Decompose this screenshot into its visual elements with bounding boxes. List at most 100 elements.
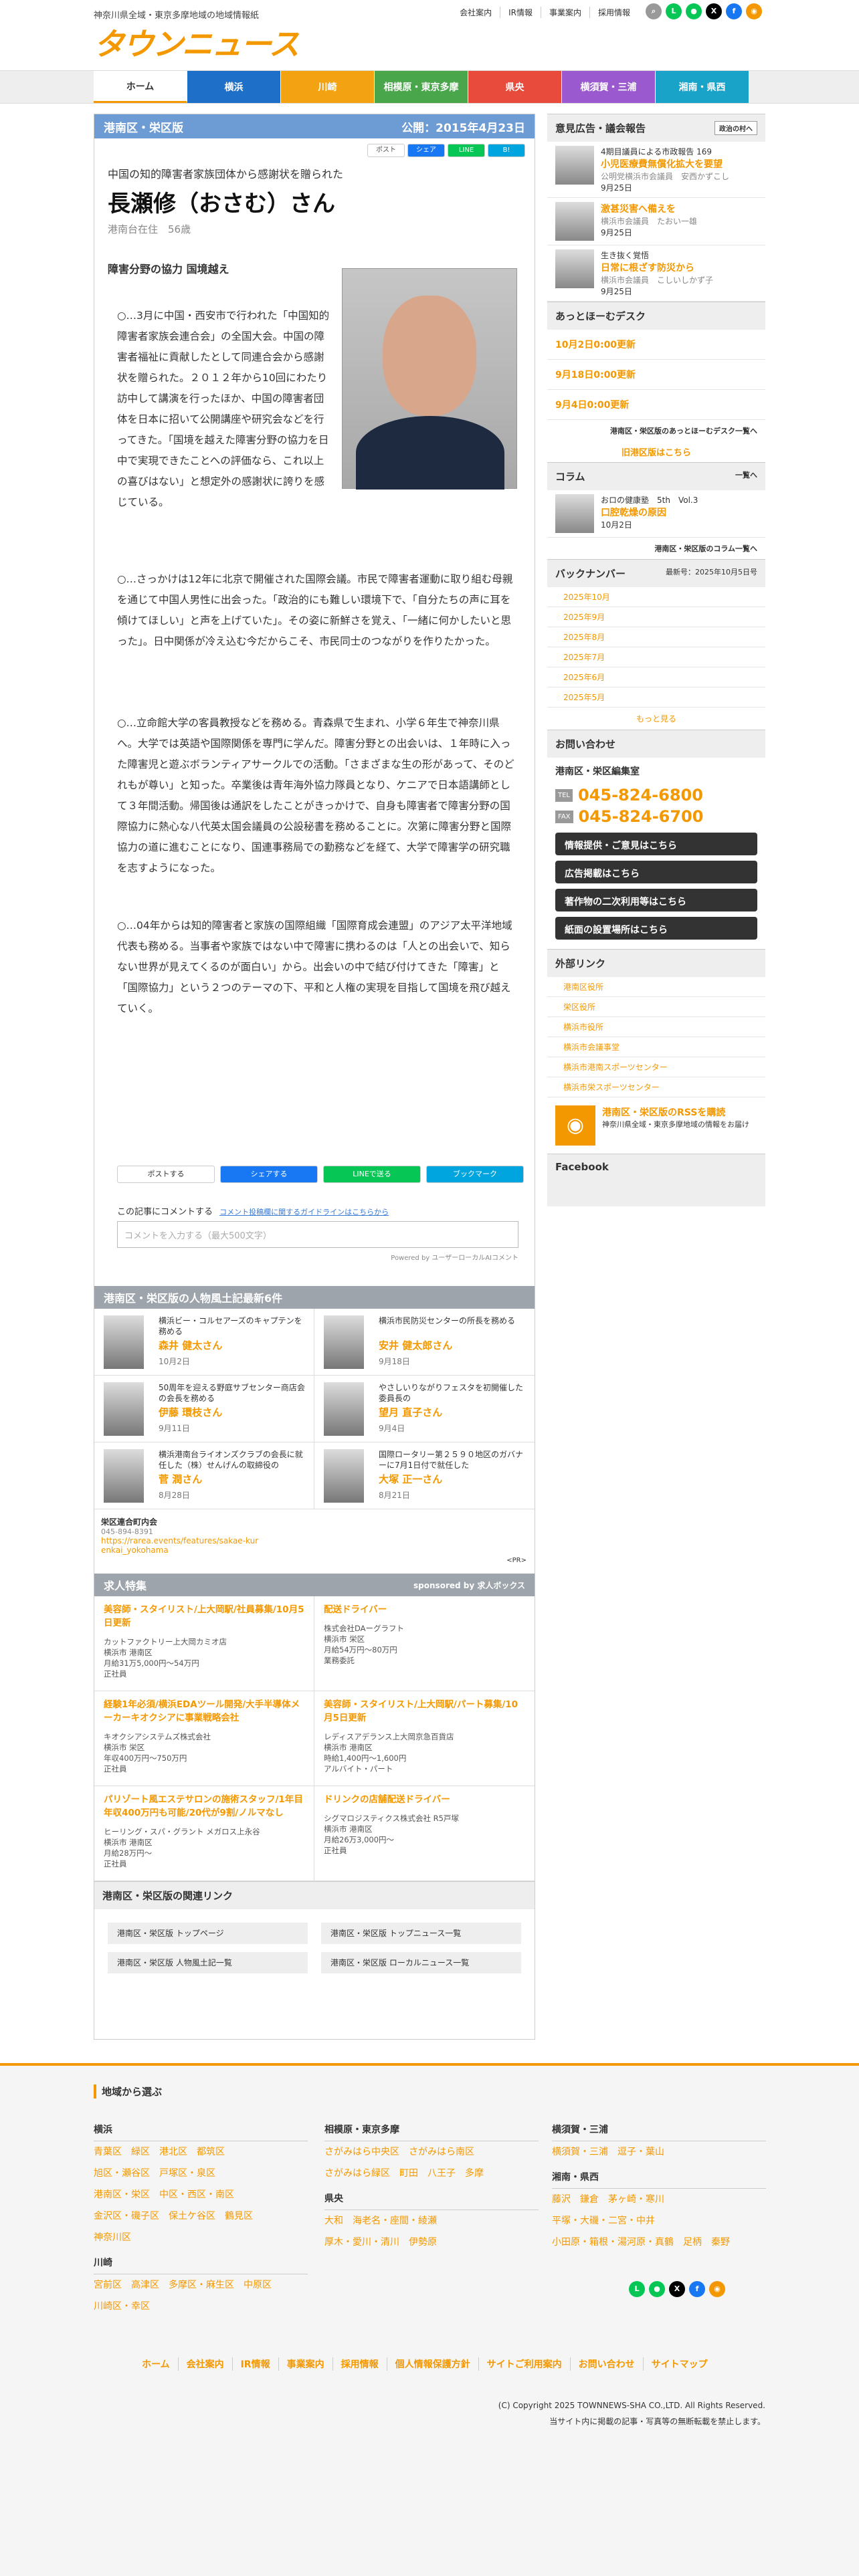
- site-logo[interactable]: タウンニュース: [94, 20, 300, 64]
- facebook-icon[interactable]: f: [726, 3, 742, 19]
- person-card[interactable]: やさしいりながりフェスタを初開催した委員長の 望月 直子さん 9月4日: [314, 1376, 535, 1442]
- ad-title[interactable]: 激甚災害へ備えを: [601, 202, 697, 215]
- footer-region-link[interactable]: さがみはら南区: [409, 2141, 474, 2163]
- footer-region-link[interactable]: 高津区: [131, 2274, 159, 2296]
- nav-tab[interactable]: 川崎: [281, 71, 375, 103]
- pr-url[interactable]: https://rarea.events/features/sakae-kure…: [101, 1536, 262, 1555]
- contact-button[interactable]: 著作物の二次利用等はこちら: [555, 889, 757, 911]
- backnumber-item[interactable]: 2025年6月: [547, 667, 765, 687]
- footer-region-link[interactable]: 多摩: [465, 2163, 484, 2184]
- footer-region-link[interactable]: 保土ケ谷区: [169, 2206, 215, 2227]
- footer-region-link[interactable]: 旭区・瀬谷区: [94, 2163, 150, 2184]
- footer-region-link[interactable]: 海老名・座間・綾瀬: [353, 2210, 437, 2232]
- footer-bottom-link[interactable]: お問い合わせ: [569, 2357, 643, 2371]
- rss-icon[interactable]: ◉: [746, 3, 762, 19]
- job-card[interactable]: パリゾート風エステサロンの施術スタッフ/1年目年収400万円も可能/20代が9割…: [94, 1786, 314, 1881]
- footer-region-link[interactable]: 戸塚区・泉区: [159, 2163, 215, 2184]
- footer-bottom-link[interactable]: ホーム: [134, 2357, 178, 2371]
- ad-item[interactable]: 激甚災害へ備えを 横浜市会議員 たおい一雄 9月25日: [547, 198, 765, 245]
- ad-item[interactable]: 4期目議員による市政報告 169 小児医療費無償化拡大を要望 公明党横浜市会議員 安…: [547, 142, 765, 198]
- related-link[interactable]: 港南区・栄区版 トップニュース一覧: [321, 1923, 521, 1944]
- tel-number[interactable]: 045-824-6800: [578, 786, 703, 804]
- footer-bottom-link[interactable]: サイトマップ: [642, 2357, 716, 2371]
- ads-more-link[interactable]: 政治の村へ: [714, 121, 757, 135]
- footer-region-link[interactable]: 青葉区: [94, 2141, 122, 2163]
- rss-block[interactable]: ◉ 港南区・栄区版のRSSを購読 神奈川県全域・東京多摩地域の情報をお届け: [547, 1097, 765, 1154]
- ad-item[interactable]: 生き抜く覚悟 日常に根ざす防災から 横浜市会議員 こしいしかず子 9月25日: [547, 245, 765, 302]
- footer-bottom-link[interactable]: サイトご利用案内: [478, 2357, 570, 2371]
- job-title[interactable]: 美容師・スタイリスト/上大岡駅/社員募集/10月5日更新: [104, 1603, 304, 1630]
- related-link[interactable]: 港南区・栄区版 ローカルニュース一覧: [321, 1952, 521, 1973]
- share-line-button[interactable]: LINEで送る: [323, 1166, 421, 1183]
- share-x-button[interactable]: ポストする: [117, 1166, 215, 1183]
- chat-icon[interactable]: ●: [649, 2281, 665, 2297]
- search-icon[interactable]: ⌕: [646, 3, 662, 19]
- footer-region-link[interactable]: 神奈川区: [94, 2227, 131, 2248]
- footer-region-link[interactable]: 伊勢原: [409, 2232, 437, 2253]
- footer-region-link[interactable]: 小田原・箱根・湯河原・真鶴: [552, 2232, 674, 2253]
- nav-tab[interactable]: 横浜: [187, 71, 281, 103]
- backnumber-item[interactable]: 2025年9月: [547, 607, 765, 627]
- footer-region-link[interactable]: 平塚・大磯・二宮・中井: [552, 2210, 655, 2232]
- column-item[interactable]: おロの健康塾 5th Vol.3 口腔乾燥の原因 10月2日: [547, 490, 765, 538]
- footer-region-link[interactable]: 横須賀・三浦: [552, 2141, 608, 2163]
- x-icon[interactable]: X: [669, 2281, 685, 2297]
- job-card[interactable]: 美容師・スタイリスト/上大岡駅/社員募集/10月5日更新 カットファクトリー上大岡…: [94, 1596, 314, 1691]
- footer-region-link[interactable]: 町田: [399, 2163, 418, 2184]
- person-name[interactable]: 森井 健太さん: [159, 1338, 222, 1352]
- footer-region-link[interactable]: 八王子: [427, 2163, 456, 2184]
- desk-more-link[interactable]: 港南区・栄区版のあっとほーむデスク一覧へ: [547, 420, 765, 441]
- footer-bottom-link[interactable]: 個人情報保護方針: [386, 2357, 478, 2371]
- nav-tab[interactable]: 横須賀・三浦: [562, 71, 656, 103]
- backnumber-item[interactable]: 2025年7月: [547, 647, 765, 667]
- footer-region-link[interactable]: 秦野: [711, 2232, 730, 2253]
- column-list-link[interactable]: 港南区・栄区版のコラム一覧へ: [547, 538, 765, 559]
- person-name[interactable]: 望月 直子さん: [379, 1405, 442, 1419]
- share-hatena-button[interactable]: ブックマーク: [426, 1166, 524, 1183]
- nav-tab[interactable]: 湘南・県西: [656, 71, 749, 103]
- footer-region-link[interactable]: 鶴見区: [225, 2206, 253, 2227]
- nav-tab[interactable]: ホーム: [94, 71, 187, 103]
- header-link[interactable]: 会社案内: [452, 7, 500, 18]
- footer-region-link[interactable]: さがみはら中央区: [324, 2141, 399, 2163]
- desk-item[interactable]: 9月4日0:00更新: [547, 390, 765, 420]
- job-title[interactable]: ドリンクの店舗配送ドライバー: [324, 1793, 525, 1806]
- nav-tab[interactable]: 県央: [468, 71, 562, 103]
- column-more-link[interactable]: 一覧へ: [735, 469, 757, 484]
- ext-link[interactable]: 横浜市役所: [547, 1017, 765, 1037]
- x-icon[interactable]: X: [706, 3, 722, 19]
- person-name[interactable]: 伊藤 環枝さん: [159, 1405, 222, 1419]
- person-name[interactable]: 安井 健太郎さん: [379, 1338, 452, 1352]
- person-card[interactable]: 横浜ビー・コルセアーズのキャプテンを務める 森井 健太さん 10月2日: [94, 1309, 314, 1376]
- facebook-widget[interactable]: [547, 1180, 765, 1206]
- job-card[interactable]: 美容師・スタイリスト/上大岡駅/パート募集/10月5日更新 レディスアデランス上大…: [314, 1691, 535, 1786]
- footer-region-link[interactable]: 緑区: [131, 2141, 150, 2163]
- comment-guide-link[interactable]: コメント投稿欄に関するガイドラインはこちらから: [219, 1208, 389, 1216]
- footer-region-link[interactable]: 茅ヶ崎・寒川: [608, 2189, 664, 2210]
- ext-link[interactable]: 横浜市栄スポーツセンター: [547, 1077, 765, 1097]
- backnumber-item[interactable]: 2025年5月: [547, 687, 765, 708]
- job-title[interactable]: 経験1年必須/横浜EDAツール開発/大手半導体メーカーキオクシアに事業戦略会社: [104, 1698, 304, 1725]
- job-card[interactable]: 配送ドライバー 株式会社DAーグラフト 横浜市 栄区 月給54万円〜80万円 業務委託: [314, 1596, 535, 1691]
- footer-region-link[interactable]: 港南区・栄区: [94, 2184, 150, 2206]
- person-card[interactable]: 国際ロータリー第２５９０地区のガバナーに7月1日付で就任した 大塚 正一さん 8月2…: [314, 1442, 535, 1509]
- comment-input[interactable]: コメントを入力する（最大500文字）: [117, 1221, 518, 1248]
- contact-button[interactable]: 広告掲載はこちら: [555, 861, 757, 883]
- person-card[interactable]: 50周年を迎える野庭サブセンター商店会の会長を務める 伊藤 環枝さん 9月11日: [94, 1376, 314, 1442]
- job-card[interactable]: ドリンクの店舗配送ドライバー シグマロジスティクス株式会社 R5戸塚 横浜市 港南区…: [314, 1786, 535, 1881]
- line-icon[interactable]: L: [666, 3, 682, 19]
- footer-region-link[interactable]: 逗子・葉山: [617, 2141, 664, 2163]
- ext-link[interactable]: 栄区役所: [547, 997, 765, 1017]
- line-icon[interactable]: L: [629, 2281, 645, 2297]
- job-title[interactable]: 美容師・スタイリスト/上大岡駅/パート募集/10月5日更新: [324, 1698, 525, 1725]
- ad-title[interactable]: 小児医療費無償化拡大を要望: [601, 157, 729, 171]
- footer-region-link[interactable]: 多摩区・麻生区: [169, 2274, 234, 2296]
- rss-icon[interactable]: ◉: [709, 2281, 725, 2297]
- past-edition-link[interactable]: 旧港区版はこちら: [547, 441, 765, 462]
- ext-link[interactable]: 横浜市会議事堂: [547, 1037, 765, 1057]
- share-facebook-button[interactable]: シェアする: [220, 1166, 318, 1183]
- share-x-button[interactable]: ポスト: [367, 144, 405, 157]
- ext-link[interactable]: 港南区役所: [547, 977, 765, 997]
- footer-region-link[interactable]: 中区・西区・南区: [159, 2184, 234, 2206]
- person-name[interactable]: 菅 潤さん: [159, 1472, 202, 1486]
